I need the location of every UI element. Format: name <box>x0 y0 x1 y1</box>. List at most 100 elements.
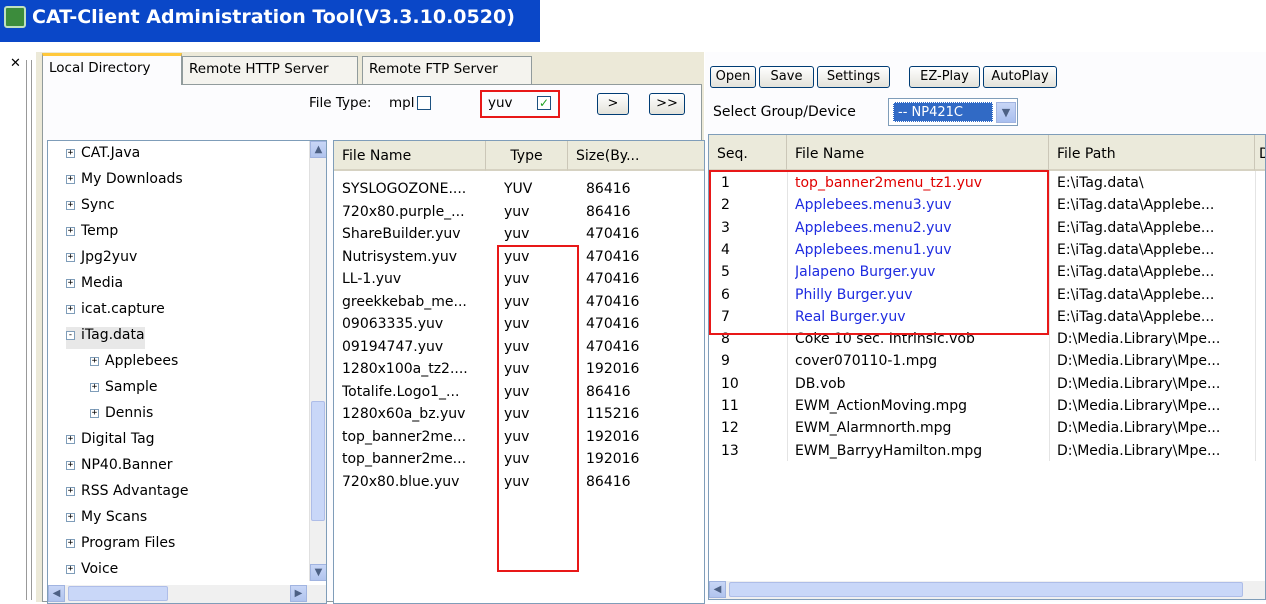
col-header-type[interactable]: Type <box>486 141 568 171</box>
col-header-file-name[interactable]: File Name <box>334 141 486 171</box>
tree-node[interactable]: + My Scans <box>66 509 147 531</box>
file-size-cell[interactable]: 86416 <box>586 181 696 201</box>
tree-node[interactable]: + Applebees <box>90 353 178 375</box>
expander-icon[interactable]: + <box>66 252 75 262</box>
file-size-cell[interactable]: 115216 <box>586 406 696 426</box>
scroll-down-icon[interactable]: ▼ <box>310 564 326 581</box>
tree-node[interactable]: + Dennis <box>90 405 153 427</box>
col-header-playlist-file-name[interactable]: File Name <box>787 135 1049 171</box>
playlist-path-cell[interactable]: D:\Media.Library\Mpe... <box>1057 376 1253 398</box>
col-header-seq[interactable]: Seq. <box>709 135 787 171</box>
col-header-size[interactable]: Size(By... <box>568 141 704 171</box>
file-size-cell[interactable]: 470416 <box>586 271 696 291</box>
tree-node[interactable]: + Voice <box>66 561 118 583</box>
tree-node[interactable]: + Program Files <box>66 535 175 557</box>
scroll-right-icon[interactable]: ▶ <box>290 585 307 602</box>
expander-icon[interactable]: + <box>66 486 75 496</box>
expander-icon[interactable]: + <box>66 174 75 184</box>
expander-icon[interactable]: + <box>90 382 99 392</box>
expander-icon[interactable]: + <box>66 538 75 548</box>
playlist-path-cell[interactable]: D:\Media.Library\Mpe... <box>1057 331 1253 353</box>
file-size-cell[interactable]: 470416 <box>586 249 696 269</box>
file-size-cell[interactable]: 192016 <box>586 361 696 381</box>
settings-button[interactable]: Settings <box>817 66 890 88</box>
tree-hscroll-thumb[interactable] <box>68 586 168 601</box>
file-size-cell[interactable]: 470416 <box>586 316 696 336</box>
file-size-cell[interactable]: 192016 <box>586 429 696 449</box>
mpl-checkbox[interactable] <box>417 96 431 110</box>
playlist-path-cell[interactable]: E:\iTag.data\Applebe... <box>1057 264 1253 286</box>
playlist-name-cell[interactable]: EWM_BarryyHamilton.mpg <box>795 443 1045 465</box>
file-size-cell[interactable]: 86416 <box>586 474 696 494</box>
file-name-cell[interactable]: 1280x60a_bz.yuv <box>342 406 492 426</box>
file-size-cell[interactable]: 470416 <box>586 339 696 359</box>
chevron-down-icon[interactable]: ▼ <box>996 102 1016 123</box>
playlist-seq-cell[interactable]: 13 <box>721 443 781 465</box>
tree-node[interactable]: + Temp <box>66 223 118 245</box>
scroll-left-icon[interactable]: ◀ <box>709 581 726 598</box>
file-name-cell[interactable]: 09194747.yuv <box>342 339 492 359</box>
col-header-file-path[interactable]: File Path <box>1049 135 1255 171</box>
file-name-cell[interactable]: 1280x100a_tz2.... <box>342 361 492 381</box>
file-name-cell[interactable]: Nutrisystem.yuv <box>342 249 492 269</box>
file-name-cell[interactable]: 09063335.yuv <box>342 316 492 336</box>
expander-icon[interactable]: + <box>66 278 75 288</box>
file-size-cell[interactable]: 470416 <box>586 294 696 314</box>
file-size-cell[interactable]: 192016 <box>586 451 696 471</box>
playlist-path-cell[interactable]: D:\Media.Library\Mpe... <box>1057 398 1253 420</box>
close-icon[interactable]: ✕ <box>10 56 21 71</box>
playlist-path-cell[interactable]: E:\iTag.data\Applebe... <box>1057 309 1253 331</box>
tree-node[interactable]: + icat.capture <box>66 301 165 323</box>
scroll-up-icon[interactable]: ▲ <box>310 141 326 158</box>
splitter-handle[interactable] <box>26 60 32 600</box>
scroll-left-icon[interactable]: ◀ <box>48 585 65 602</box>
file-type-cell[interactable]: YUV <box>504 181 574 201</box>
playlist-path-cell[interactable]: D:\Media.Library\Mpe... <box>1057 353 1253 375</box>
expander-icon[interactable]: + <box>90 408 99 418</box>
playlist-path-cell[interactable]: E:\iTag.data\Applebe... <box>1057 287 1253 309</box>
tree-node[interactable]: + Jpg2yuv <box>66 249 137 271</box>
add-button[interactable]: > <box>597 93 629 115</box>
tree-vertical-scrollbar[interactable]: ▲ ▼ <box>309 141 326 581</box>
expander-icon[interactable]: + <box>66 200 75 210</box>
expander-icon[interactable]: - <box>66 330 75 340</box>
file-name-cell[interactable]: Totalife.Logo1_... <box>342 384 492 404</box>
add-all-button[interactable]: >> <box>649 93 685 115</box>
expander-icon[interactable]: + <box>66 434 75 444</box>
playlist-path-cell[interactable]: D:\Media.Library\Mpe... <box>1057 420 1253 442</box>
save-button[interactable]: Save <box>759 66 814 88</box>
playlist-path-cell[interactable]: E:\iTag.data\Applebe... <box>1057 197 1253 219</box>
playlist-name-cell[interactable]: EWM_Alarmnorth.mpg <box>795 420 1045 442</box>
expander-icon[interactable]: + <box>66 512 75 522</box>
tree-node[interactable]: + Media <box>66 275 123 297</box>
expander-icon[interactable]: + <box>66 304 75 314</box>
playlist-seq-cell[interactable]: 9 <box>721 353 781 375</box>
file-size-cell[interactable]: 86416 <box>586 384 696 404</box>
yuv-checkbox[interactable]: ✓ <box>537 96 551 110</box>
file-name-cell[interactable]: 720x80.purple_... <box>342 204 492 224</box>
tree-node[interactable]: + NP40.Banner <box>66 457 172 479</box>
file-name-cell[interactable]: 720x80.blue.yuv <box>342 474 492 494</box>
file-name-cell[interactable]: SYSLOGOZONE.... <box>342 181 492 201</box>
playlist-name-cell[interactable]: cover070110-1.mpg <box>795 353 1045 375</box>
file-size-cell[interactable]: 86416 <box>586 204 696 224</box>
playlist-name-cell[interactable]: DB.vob <box>795 376 1045 398</box>
tree-node[interactable]: + Sync <box>66 197 115 219</box>
col-header-d[interactable]: D <box>1255 135 1265 171</box>
playlist-path-cell[interactable]: E:\iTag.data\Applebe... <box>1057 220 1253 242</box>
group-device-select[interactable]: -- NP421C ▼ <box>888 98 1018 126</box>
file-name-cell[interactable]: greekkebab_me... <box>342 294 492 314</box>
expander-icon[interactable]: + <box>90 356 99 366</box>
playlist-seq-cell[interactable]: 12 <box>721 420 781 442</box>
ez-play-button[interactable]: EZ-Play <box>909 66 980 88</box>
tab-remote-http-server[interactable]: Remote HTTP Server <box>182 56 358 84</box>
expander-icon[interactable]: + <box>66 460 75 470</box>
playlist-seq-cell[interactable]: 11 <box>721 398 781 420</box>
expander-icon[interactable]: + <box>66 564 75 574</box>
playlist-name-cell[interactable]: EWM_ActionMoving.mpg <box>795 398 1045 420</box>
file-name-cell[interactable]: ShareBuilder.yuv <box>342 226 492 246</box>
file-name-cell[interactable]: top_banner2me... <box>342 451 492 471</box>
tree-node[interactable]: + RSS Advantage <box>66 483 188 505</box>
file-name-cell[interactable]: LL-1.yuv <box>342 271 492 291</box>
file-type-cell[interactable]: yuv <box>504 226 574 246</box>
